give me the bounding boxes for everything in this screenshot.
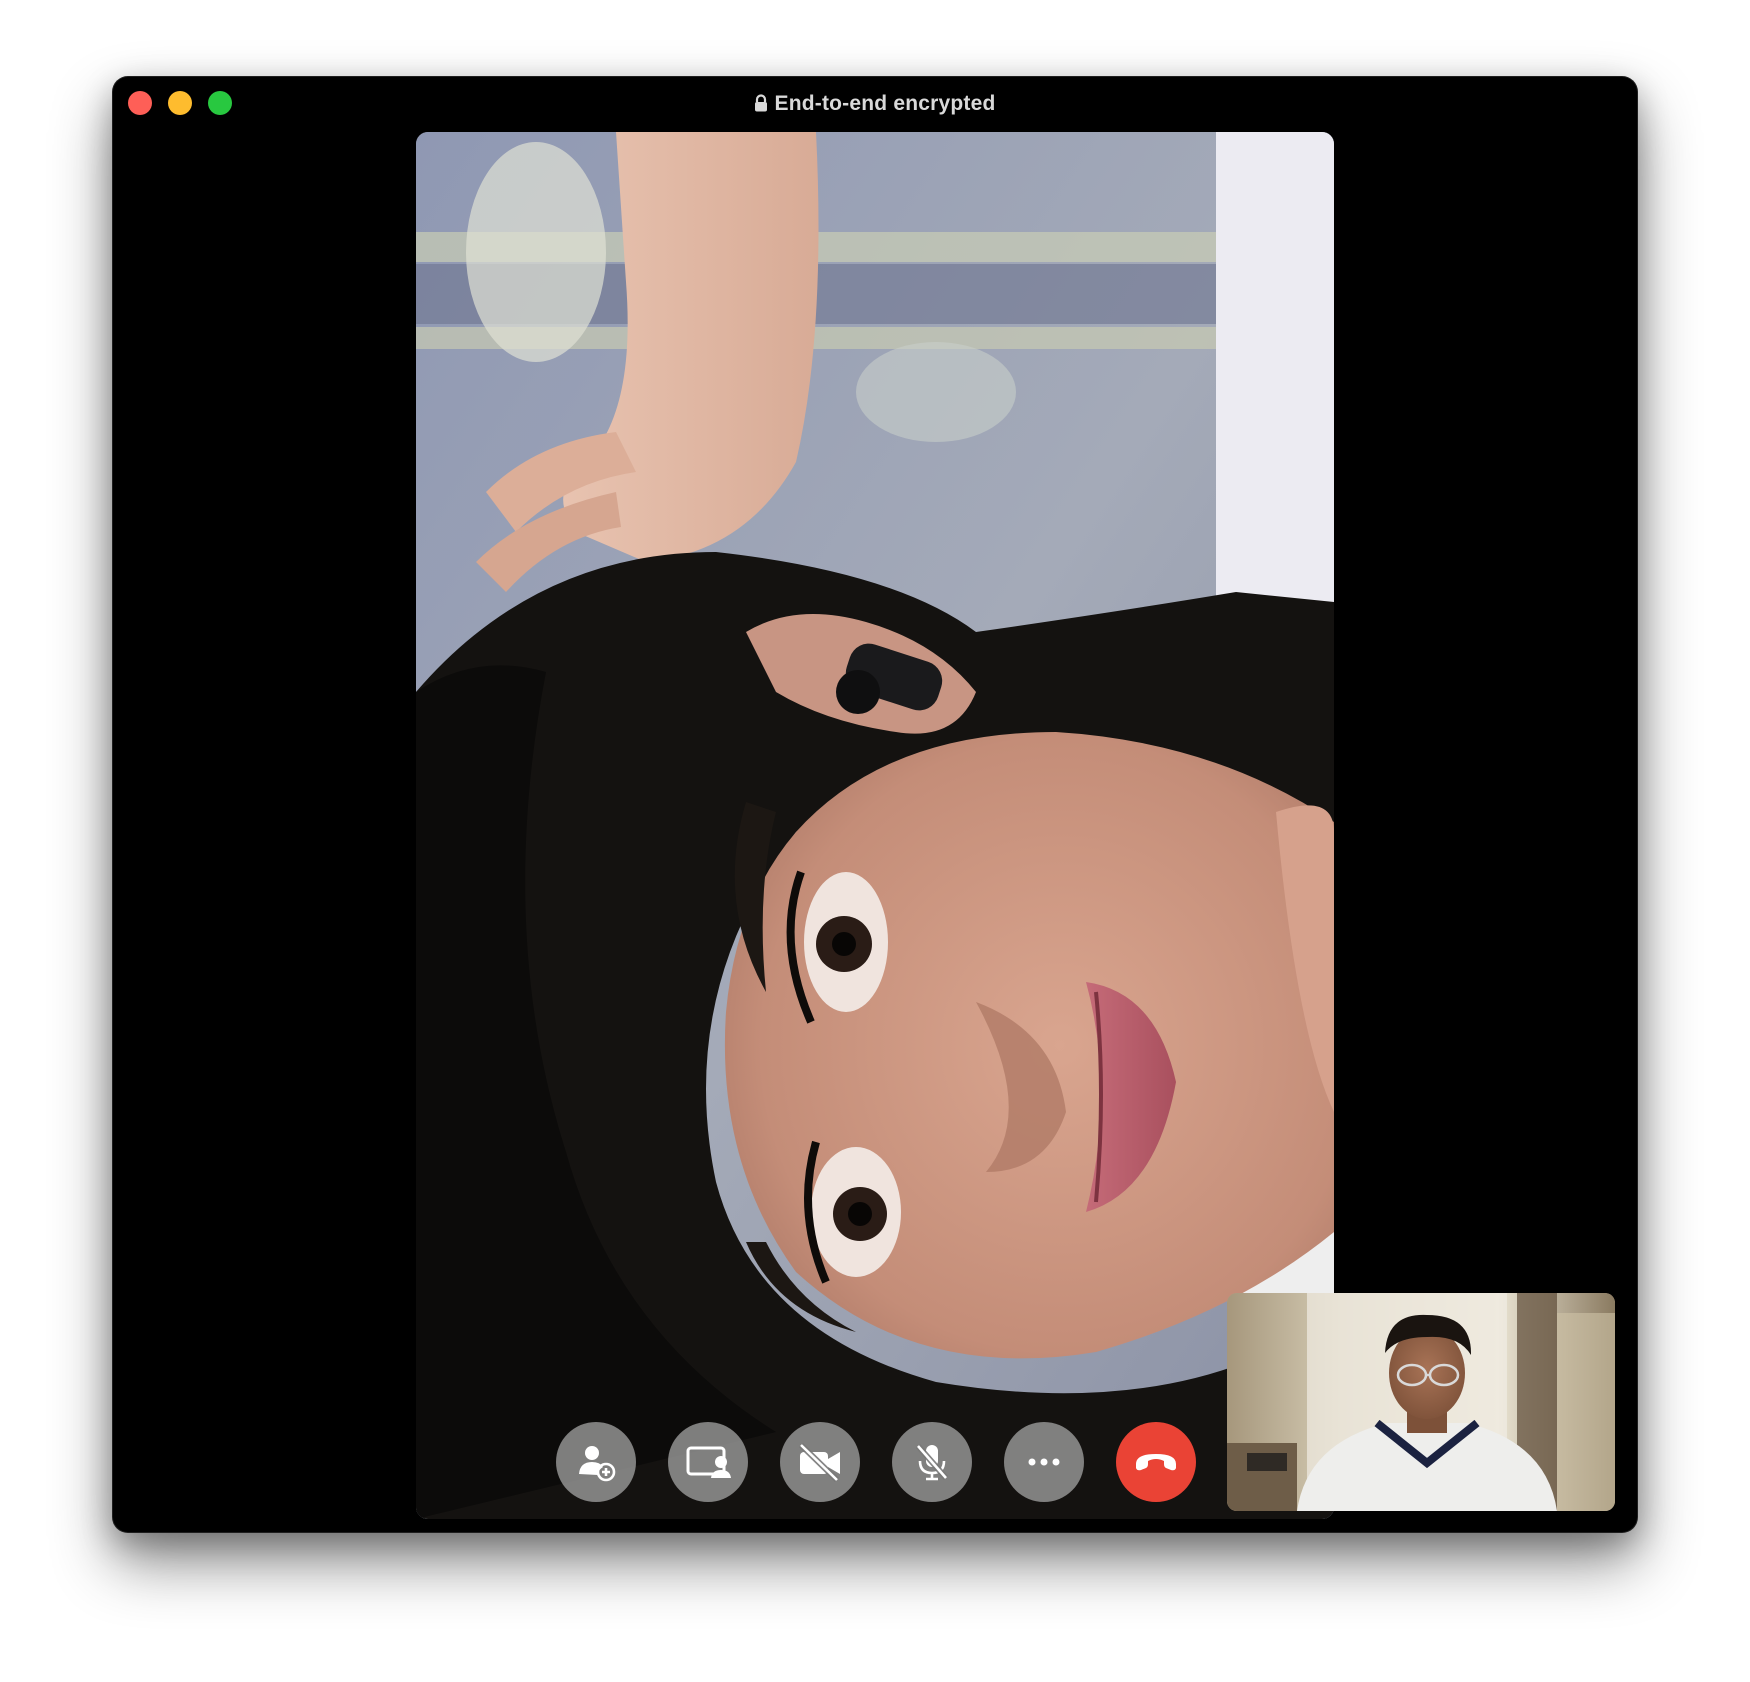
window-title: End-to-end encrypted — [112, 92, 1638, 118]
remote-participant-video — [416, 132, 1334, 1519]
title-text: End-to-end encrypted — [774, 92, 996, 115]
video-slash-icon — [797, 1442, 843, 1482]
ellipsis-icon — [1024, 1456, 1064, 1468]
end-call-button[interactable] — [1116, 1422, 1196, 1502]
add-person-button[interactable] — [556, 1422, 636, 1502]
share-screen-button[interactable] — [668, 1422, 748, 1502]
mic-slash-icon — [912, 1442, 952, 1482]
camera-off-button[interactable] — [780, 1422, 860, 1502]
more-options-button[interactable] — [1004, 1422, 1084, 1502]
video-call-window: End-to-end encrypted — [112, 76, 1638, 1533]
phone-down-icon — [1134, 1450, 1178, 1474]
lock-icon — [754, 94, 768, 118]
microphone-off-button[interactable] — [892, 1422, 972, 1502]
screen-share-icon — [685, 1442, 731, 1482]
self-preview-video[interactable] — [1227, 1293, 1615, 1511]
person-plus-icon — [576, 1442, 616, 1482]
